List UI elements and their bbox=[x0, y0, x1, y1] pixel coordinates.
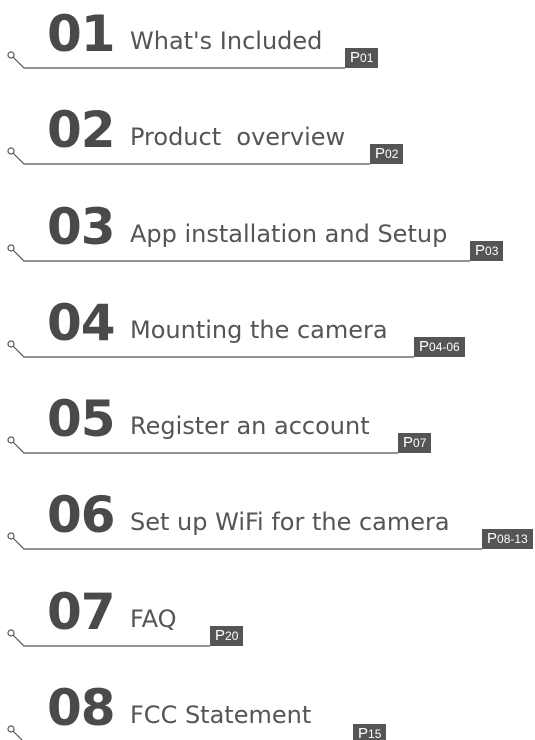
section-number: 08 bbox=[47, 679, 116, 737]
page-badge-number: 20 bbox=[225, 629, 239, 643]
page-badge: P20 bbox=[210, 626, 244, 646]
section-title: What's Included bbox=[130, 27, 323, 55]
page-badge: P08-13 bbox=[482, 529, 533, 549]
page-badge-number: 01 bbox=[360, 51, 374, 65]
page-badge-number: 04-06 bbox=[429, 340, 460, 354]
page-badge-prefix: P bbox=[403, 434, 414, 451]
page-badge-number: 15 bbox=[368, 727, 382, 740]
page-badge: P07 bbox=[398, 433, 432, 453]
section-number: 04 bbox=[47, 294, 116, 352]
section-number: 05 bbox=[47, 390, 116, 448]
page-badge-prefix: P bbox=[487, 530, 498, 547]
page-badge-number: 03 bbox=[485, 244, 499, 258]
toc-entry[interactable]: 03 App installation and Setup P03 bbox=[0, 193, 535, 289]
page-badge: P02 bbox=[370, 144, 404, 164]
section-number: 01 bbox=[47, 5, 116, 63]
table-of-contents: 01 What's Included P01 02 Product overvi… bbox=[0, 0, 535, 740]
page-badge: P15 bbox=[353, 724, 387, 740]
page-badge-prefix: P bbox=[215, 627, 226, 644]
toc-entry[interactable]: 07 FAQ P20 bbox=[0, 578, 535, 674]
toc-entry[interactable]: 02 Product overview P02 bbox=[0, 96, 535, 192]
page-badge-number: 02 bbox=[385, 147, 399, 161]
page-badge-prefix: P bbox=[475, 242, 486, 259]
section-number: 02 bbox=[47, 101, 116, 159]
section-number: 03 bbox=[47, 198, 116, 256]
toc-entry[interactable]: 05 Register an account P07 bbox=[0, 385, 535, 481]
section-number: 06 bbox=[47, 486, 116, 544]
toc-entry[interactable]: 06 Set up WiFi for the camera P08-13 bbox=[0, 481, 535, 577]
section-number: 07 bbox=[47, 583, 116, 641]
section-title: Product overview bbox=[130, 123, 346, 151]
section-title: Register an account bbox=[130, 412, 370, 440]
page-badge-number: 07 bbox=[413, 436, 427, 450]
page-badge: P01 bbox=[345, 48, 379, 68]
section-title: FCC Statement bbox=[130, 701, 312, 729]
toc-entry[interactable]: 01 What's Included P01 bbox=[0, 0, 535, 96]
section-title: FAQ bbox=[130, 605, 177, 633]
page-badge-prefix: P bbox=[358, 725, 369, 740]
toc-entry[interactable]: 08 FCC Statement P15 bbox=[0, 674, 535, 740]
section-title: App installation and Setup bbox=[130, 220, 448, 248]
page-badge-prefix: P bbox=[419, 338, 430, 355]
page-badge-prefix: P bbox=[375, 145, 386, 162]
section-title: Mounting the camera bbox=[130, 316, 388, 344]
toc-entry[interactable]: 04 Mounting the camera P04-06 bbox=[0, 289, 535, 385]
section-title: Set up WiFi for the camera bbox=[130, 508, 450, 536]
page-badge-number: 08-13 bbox=[497, 532, 528, 546]
page-badge: P03 bbox=[470, 241, 504, 261]
page-badge: P04-06 bbox=[414, 337, 465, 357]
page-badge-prefix: P bbox=[350, 49, 361, 66]
